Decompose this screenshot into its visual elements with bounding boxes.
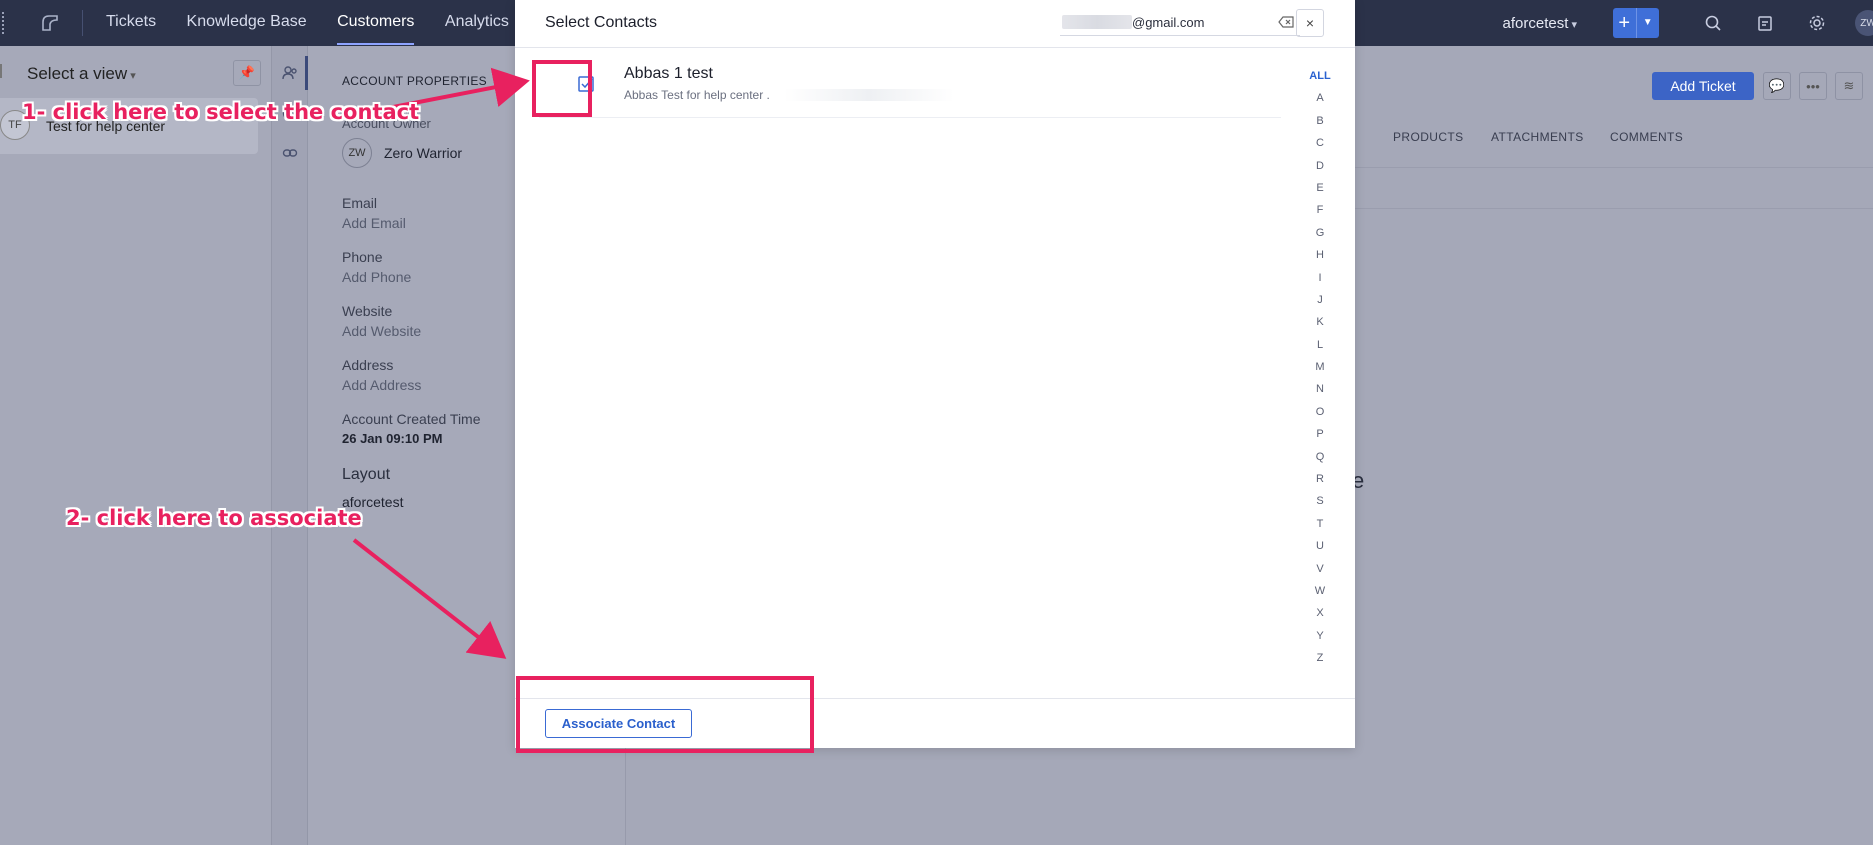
alphabet-filter-all[interactable]: ALL (1305, 70, 1335, 92)
close-button[interactable]: × (1296, 9, 1324, 37)
redacted-text (1062, 15, 1132, 29)
annotation-step-2: 2- click here to associate (66, 506, 362, 530)
search-icon[interactable] (1702, 12, 1724, 34)
topbar-right: aforcetest + ▼ ZW (1503, 0, 1873, 46)
alphabet-filter-letter[interactable]: F (1305, 204, 1335, 226)
gear-icon[interactable] (1806, 12, 1828, 34)
alphabet-filter-letter[interactable]: S (1305, 495, 1335, 517)
nav-customers[interactable]: Customers (337, 1, 415, 45)
alphabet-filter-letter[interactable]: U (1305, 540, 1335, 562)
field-website: Website Add Website (342, 303, 421, 339)
redacted-text (784, 89, 954, 101)
add-ticket-label: Add Ticket (1670, 78, 1736, 94)
alphabet-filter-letter[interactable]: Q (1305, 451, 1335, 473)
nav-tickets[interactable]: Tickets (106, 1, 156, 43)
alphabet-filter-letter[interactable]: J (1305, 294, 1335, 316)
user-avatar[interactable]: ZW (1855, 10, 1873, 36)
field-value[interactable]: Add Website (342, 323, 421, 339)
alphabet-filter-letter[interactable]: B (1305, 115, 1335, 137)
link-icon[interactable] (280, 143, 300, 163)
alphabet-filter-letter[interactable]: P (1305, 428, 1335, 450)
alphabet-filter-letter[interactable]: W (1305, 585, 1335, 607)
alphabet-filter-letter[interactable]: E (1305, 182, 1335, 204)
field-phone: Phone Add Phone (342, 249, 411, 285)
alphabet-filter-letter[interactable]: Z (1305, 652, 1335, 674)
field-value: 26 Jan 09:10 PM (342, 431, 443, 446)
notes-icon[interactable] (1754, 12, 1776, 34)
alphabet-filter-letter[interactable]: A (1305, 92, 1335, 114)
tab-attachments[interactable]: ATTACHMENTS (1491, 130, 1584, 144)
alphabet-filter-letter[interactable]: M (1305, 361, 1335, 383)
app-logo-icon[interactable] (36, 9, 64, 37)
contact-row[interactable]: Abbas 1 test Abbas Test for help center … (539, 58, 1281, 118)
field-label: Account Created Time (342, 411, 481, 427)
drag-grip-icon (2, 12, 8, 34)
plus-icon[interactable]: + (1613, 12, 1636, 35)
contact-subtitle: Abbas Test for help center . (624, 88, 770, 102)
divider (82, 10, 83, 36)
alphabet-filter-letter[interactable]: C (1305, 137, 1335, 159)
section-heading: ACCOUNT PROPERTIES (342, 74, 487, 88)
field-value[interactable]: Add Address (342, 377, 421, 393)
avatar: ZW (342, 138, 372, 168)
chat-icon[interactable]: 💬 (1763, 72, 1791, 100)
tab-comments[interactable]: COMMENTS (1610, 130, 1683, 144)
field-address: Address Add Address (342, 357, 421, 393)
panel-edge (0, 64, 4, 78)
contact-search (1060, 10, 1300, 36)
nav-knowledge-base[interactable]: Knowledge Base (187, 1, 307, 43)
org-switcher[interactable]: aforcetest (1503, 15, 1577, 32)
chevron-down-icon[interactable]: ▼ (1635, 8, 1660, 38)
alphabet-filter-letter[interactable]: R (1305, 473, 1335, 495)
annotation-step-1: 1- click here to select the contact (22, 100, 420, 124)
pin-icon[interactable]: 📌 (233, 60, 261, 86)
tab-products[interactable]: PRODUCTS (1393, 130, 1464, 144)
alphabet-filter-letter[interactable]: V (1305, 563, 1335, 585)
select-contacts-dialog: Select Contacts × Abbas 1 test Abbas Tes… (515, 0, 1355, 748)
main-nav: Tickets Knowledge Base Customers Analyti… (93, 1, 563, 45)
more-icon[interactable]: ••• (1799, 72, 1827, 100)
layers-icon[interactable]: ≋ (1835, 72, 1863, 100)
alphabet-filter-letter[interactable]: T (1305, 518, 1335, 540)
field-value[interactable]: Add Phone (342, 269, 411, 285)
view-selector[interactable]: Select a view (27, 64, 136, 84)
layout-label: Layout (342, 466, 391, 483)
alphabet-filter-letter[interactable]: D (1305, 160, 1335, 182)
side-icon-column (272, 46, 308, 845)
alphabet-filter-letter[interactable]: H (1305, 249, 1335, 271)
alphabet-filter-letter[interactable]: X (1305, 607, 1335, 629)
add-ticket-button[interactable]: Add Ticket (1652, 72, 1754, 100)
close-icon[interactable]: × (1306, 15, 1314, 31)
field-label: Email (342, 195, 378, 211)
alphabet-filter-letter[interactable]: K (1305, 316, 1335, 338)
field-value[interactable]: Add Email (342, 215, 406, 231)
field-label: Address (342, 357, 394, 373)
highlight-box-associate (516, 676, 814, 753)
alphabet-filter: ALL A B C D E F G H I J K L M N O P Q R S T U V W X Y Z (1305, 70, 1335, 675)
alphabet-filter-letter[interactable]: L (1305, 339, 1335, 361)
dialog-header: Select Contacts × (515, 0, 1355, 48)
account-list-panel: Select a view 📌 TF Test for help center (0, 46, 272, 845)
alphabet-filter-letter[interactable]: I (1305, 272, 1335, 294)
alphabet-filter-letter[interactable]: G (1305, 227, 1335, 249)
field-label: Phone (342, 249, 383, 265)
contact-name: Abbas 1 test (624, 65, 713, 82)
field-label: Website (342, 303, 393, 319)
contacts-icon[interactable] (280, 63, 300, 83)
search-input[interactable] (1132, 12, 1262, 32)
highlight-box-checkbox (532, 60, 592, 117)
owner-name: Zero Warrior (384, 145, 463, 161)
field-created-time: Account Created Time 26 Jan 09:10 PM (342, 411, 481, 446)
alphabet-filter-letter[interactable]: O (1305, 406, 1335, 428)
clear-icon[interactable] (1277, 14, 1295, 30)
nav-analytics[interactable]: Analytics (445, 1, 509, 43)
dialog-title: Select Contacts (545, 14, 658, 31)
alphabet-filter-letter[interactable]: Y (1305, 630, 1335, 652)
owner[interactable]: ZW Zero Warrior (342, 138, 462, 168)
quick-create-button[interactable]: + ▼ (1613, 8, 1659, 38)
field-email: Email Add Email (342, 195, 406, 231)
alphabet-filter-letter[interactable]: N (1305, 383, 1335, 405)
